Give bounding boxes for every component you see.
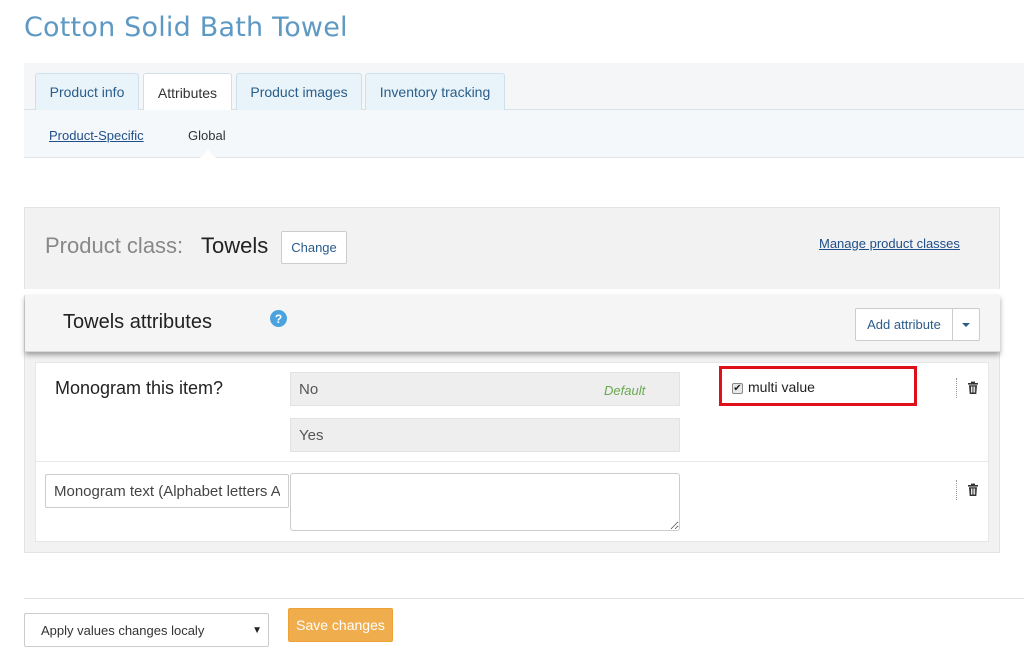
trash-icon[interactable] [966,483,980,497]
apply-values-select[interactable]: Apply values changes localy ▼ [24,613,269,647]
add-attribute-button[interactable]: Add attribute [855,308,953,341]
active-subtab-indicator [200,150,216,158]
caret-down-icon [962,322,970,327]
attribute-name-input[interactable] [45,474,289,508]
multi-value-label: multi value [748,379,815,395]
tab-attributes[interactable]: Attributes [143,73,232,111]
subtab-product-specific[interactable]: Product-Specific [49,128,144,143]
manage-product-classes-link[interactable]: Manage product classes [819,236,960,251]
attribute-name: Monogram this item? [55,378,224,398]
save-changes-button[interactable]: Save changes [288,608,393,642]
attribute-text-value[interactable] [290,473,680,531]
page-title: Cotton Solid Bath Towel [24,12,348,43]
default-tag[interactable]: Default [604,383,645,398]
tab-product-images[interactable]: Product images [236,73,362,110]
tab-product-info[interactable]: Product info [35,73,139,110]
drag-handle-icon[interactable] [956,480,958,500]
apply-values-select-value: Apply values changes localy [41,622,205,638]
select-arrow-icon: ▼ [252,625,262,636]
attribute-value-yes[interactable]: Yes [290,418,680,452]
subtab-global[interactable]: Global [188,128,226,143]
change-class-button[interactable]: Change [281,231,347,264]
trash-icon[interactable] [966,381,980,395]
footer-divider [24,598,1024,599]
drag-handle-icon[interactable] [956,378,958,398]
row-separator [36,461,988,462]
attributes-title: Towels attributes [63,311,212,333]
multi-value-checkbox[interactable]: ✔ [732,383,743,394]
subtabs-bar [24,110,1024,158]
add-attribute-dropdown-toggle[interactable] [952,308,980,341]
tab-inventory-tracking[interactable]: Inventory tracking [365,73,505,110]
product-class-value: Towels [201,233,269,258]
product-class-label: Product class: [45,233,184,258]
question-circle-icon[interactable]: ? [270,310,287,327]
